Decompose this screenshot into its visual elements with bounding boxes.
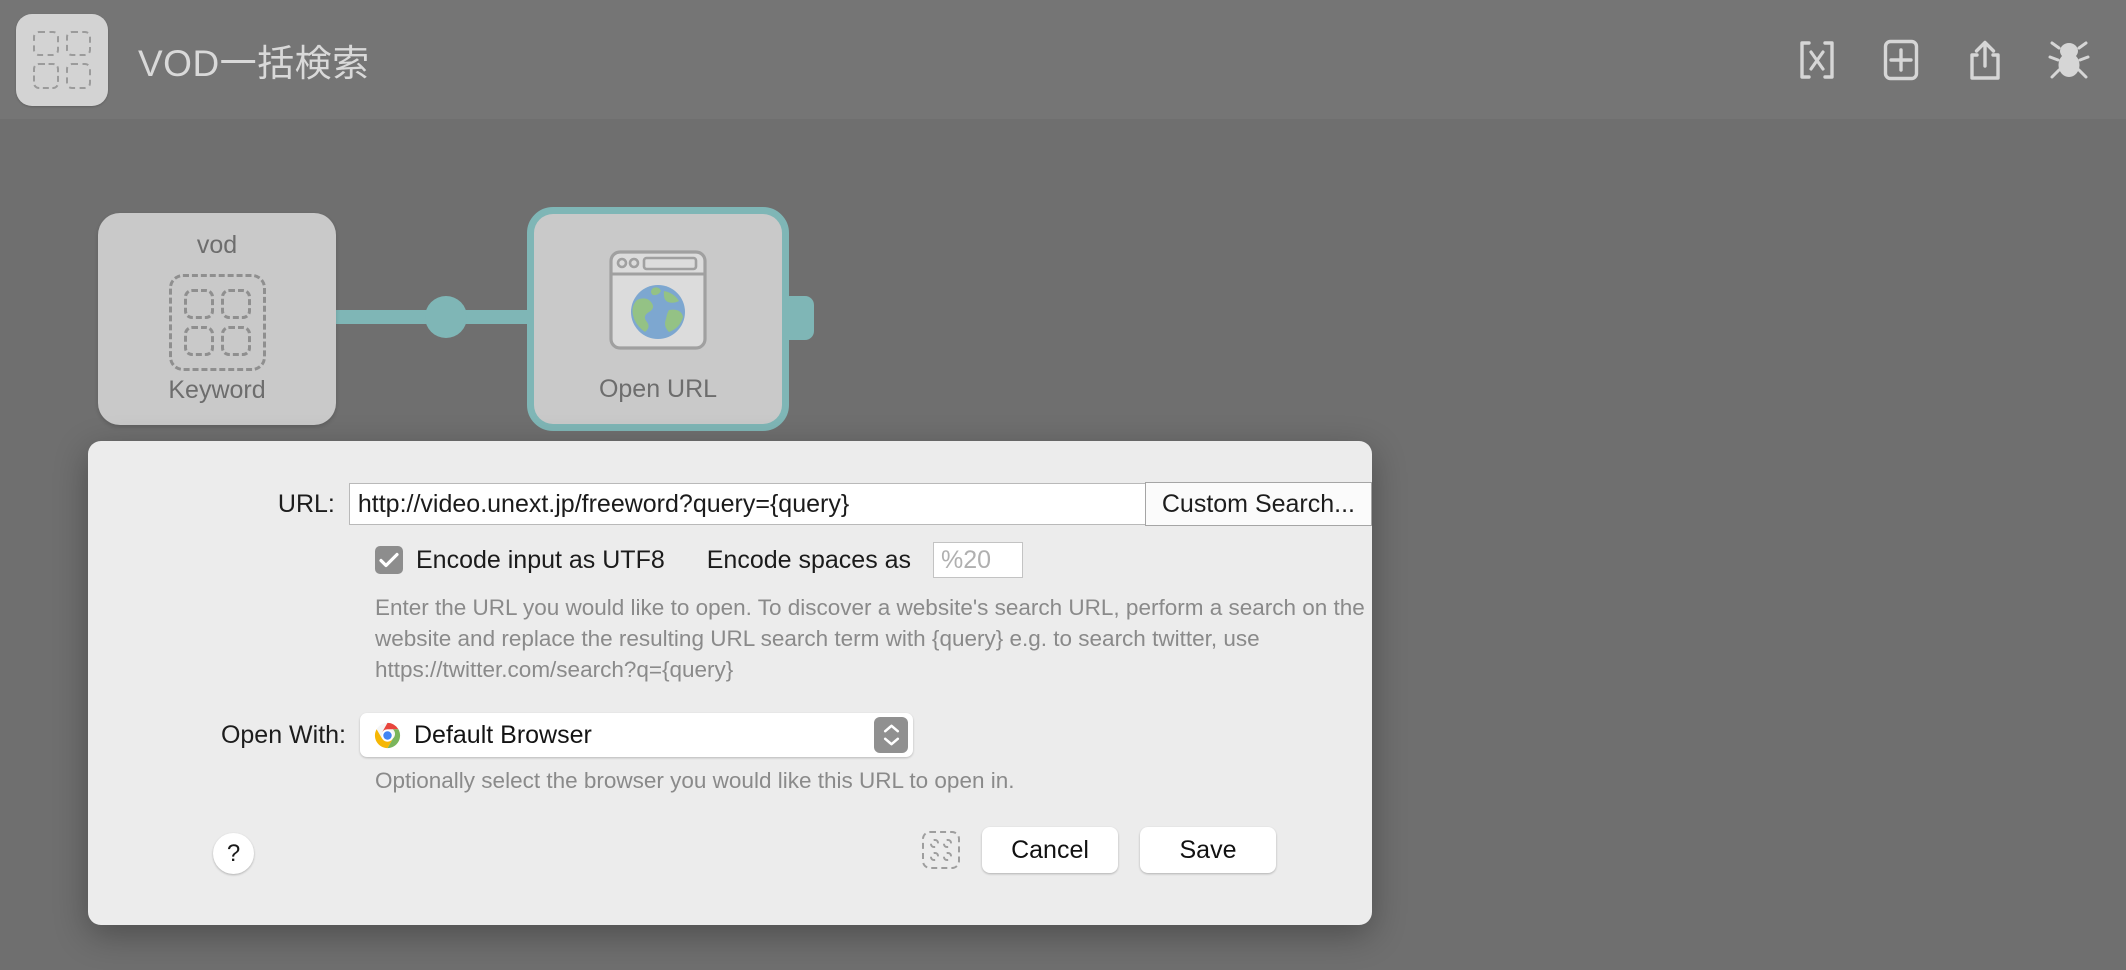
- encode-spaces-input[interactable]: %20: [933, 542, 1024, 578]
- workflow-shortcut-icon[interactable]: [16, 13, 108, 106]
- chrome-icon: [374, 722, 401, 749]
- encode-spaces-label: Encode spaces as: [706, 545, 912, 574]
- url-row: URL: http://video.unext.jp/freeword?quer…: [88, 482, 1372, 526]
- share-icon[interactable]: [1962, 37, 2008, 83]
- node-keyword[interactable]: vod Keyword: [98, 213, 336, 425]
- open-with-value: Default Browser: [414, 720, 592, 749]
- debug-bug-icon[interactable]: [2046, 37, 2092, 83]
- url-input[interactable]: http://video.unext.jp/freeword?query={qu…: [348, 483, 1146, 525]
- toolbar: VOD一括検索: [0, 0, 2126, 119]
- encode-utf8-checkbox[interactable]: [375, 546, 403, 574]
- browser-globe-icon: [609, 250, 707, 350]
- encode-row: Encode input as UTF8 Encode spaces as %2…: [375, 542, 1024, 578]
- node-output-port[interactable]: [789, 296, 814, 340]
- node-open-url[interactable]: Open URL: [527, 207, 789, 431]
- toolbar-actions: [1794, 37, 2092, 83]
- url-label: URL:: [277, 489, 335, 518]
- custom-search-button[interactable]: Custom Search...: [1144, 482, 1372, 526]
- url-help-text: Enter the URL you would like to open. To…: [375, 595, 1365, 683]
- shortcut-grid-icon: [168, 274, 266, 371]
- dialog-actions: Cancel Save: [922, 827, 1276, 873]
- open-with-label: Open With:: [220, 720, 346, 749]
- shortcut-grid-icon: [33, 30, 91, 89]
- node-keyword-label: Keyword: [168, 376, 266, 404]
- help-button[interactable]: ?: [213, 833, 254, 874]
- save-button[interactable]: Save: [1140, 827, 1276, 873]
- cancel-button[interactable]: Cancel: [982, 827, 1118, 873]
- open-with-note: Optionally select the browser you would …: [375, 768, 1015, 793]
- page-title: VOD一括検索: [138, 42, 370, 84]
- node-open-url-label: Open URL: [598, 375, 718, 403]
- variables-icon[interactable]: [1794, 37, 1840, 83]
- shortcut-grid-icon[interactable]: [922, 831, 960, 869]
- add-action-icon[interactable]: [1878, 37, 1924, 83]
- checkmark-icon: [379, 552, 399, 568]
- open-url-settings-dialog: URL: http://video.unext.jp/freeword?quer…: [88, 441, 1372, 925]
- chevron-updown-icon[interactable]: [874, 717, 908, 753]
- encode-utf8-label: Encode input as UTF8: [416, 545, 665, 574]
- node-connector-dot[interactable]: [425, 296, 467, 338]
- open-with-row: Open With: Default Browser: [88, 713, 1372, 757]
- node-keyword-variable: vod: [196, 231, 238, 259]
- open-with-select[interactable]: Default Browser: [360, 713, 913, 757]
